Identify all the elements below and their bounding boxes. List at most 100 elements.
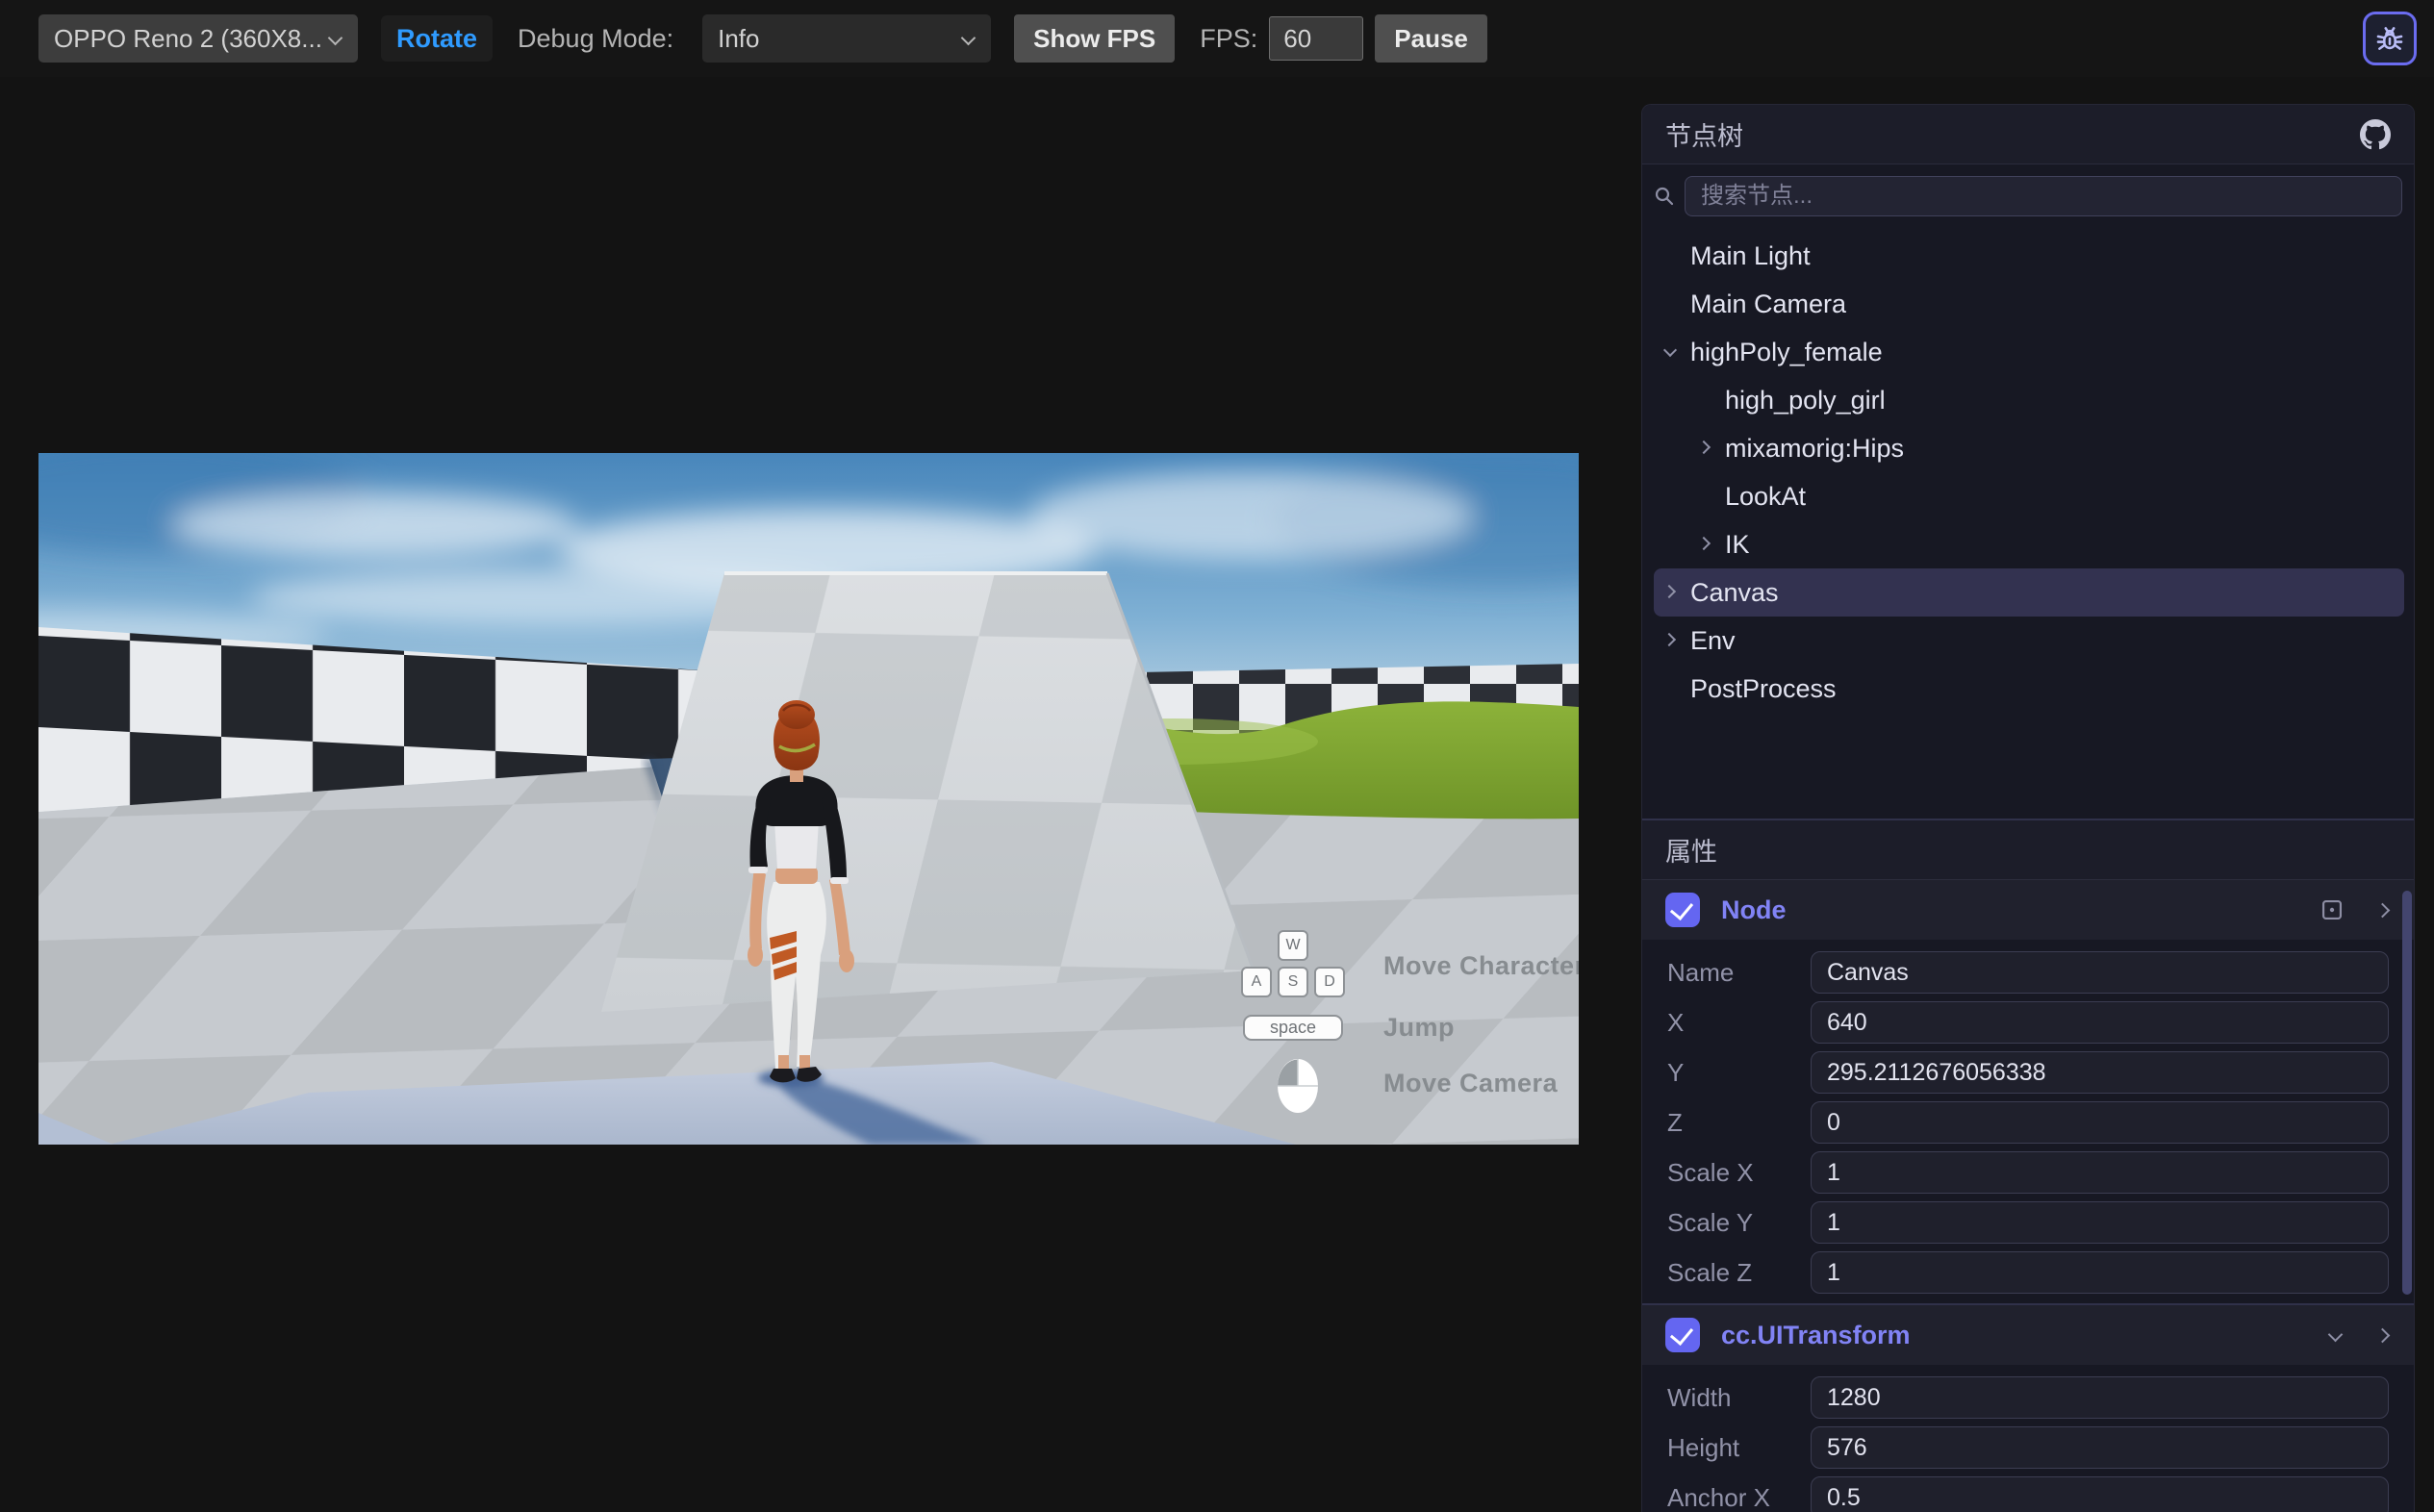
tree-expand-chevron-icon[interactable]: [1661, 342, 1690, 362]
tree-item[interactable]: Main Light: [1654, 232, 2404, 280]
tree-expand-chevron-icon[interactable]: [1661, 246, 1690, 265]
show-fps-button[interactable]: Show FPS: [1014, 14, 1175, 63]
legend-move-character: Move Character: [1383, 951, 1579, 981]
fps-input[interactable]: [1269, 16, 1363, 61]
legend-jump: Jump: [1383, 1013, 1455, 1043]
tree-item[interactable]: Canvas: [1654, 568, 2404, 617]
tree-item-label: LookAt: [1725, 482, 1806, 512]
chevron-down-icon: [327, 31, 342, 46]
debug-mode-value: Info: [718, 24, 759, 54]
chevron-down-icon: [960, 31, 976, 46]
uitransform-properties: Width Height Anchor X: [1642, 1365, 2414, 1512]
toolbar: OPPO Reno 2 (360X8... Rotate Debug Mode:…: [0, 0, 2434, 77]
node-search-input[interactable]: [1685, 176, 2402, 216]
chevron-right-icon[interactable]: [2375, 902, 2391, 918]
tree-expand-chevron-icon[interactable]: [1661, 679, 1690, 698]
tree-expand-chevron-icon[interactable]: [1696, 391, 1725, 410]
inspect-box-icon[interactable]: [2321, 899, 2343, 920]
tree-item-label: mixamorig:Hips: [1725, 434, 1904, 464]
property-row: Y: [1642, 1047, 2414, 1097]
node-properties: Name X Y Z Scale X Scale Y Scale Z: [1642, 940, 2414, 1303]
property-row: Scale Z: [1642, 1247, 2414, 1298]
key-s: S: [1278, 967, 1308, 997]
tree-item-label: high_poly_girl: [1725, 386, 1886, 416]
debug-mode-select[interactable]: Info: [702, 14, 991, 63]
property-row: Z: [1642, 1097, 2414, 1147]
property-label: Z: [1667, 1108, 1811, 1138]
property-label: Anchor X: [1667, 1483, 1811, 1512]
game-scene: [38, 453, 1579, 1145]
debug-side-panel: 节点树 Main Light Main Camera highPoly_fema…: [1641, 104, 2415, 1512]
component-header-node: Node: [1642, 880, 2414, 940]
property-value-input[interactable]: [1811, 1051, 2389, 1094]
property-value-input[interactable]: [1811, 1201, 2389, 1244]
tree-expand-chevron-icon[interactable]: [1696, 487, 1725, 506]
key-a: A: [1241, 967, 1272, 997]
tree-item-label: PostProcess: [1690, 674, 1837, 704]
node-tree-list: Main Light Main Camera highPoly_female h…: [1642, 228, 2414, 713]
property-label: X: [1667, 1008, 1811, 1038]
debug-panel-toggle-button[interactable]: [2363, 12, 2417, 65]
tree-item[interactable]: highPoly_female: [1654, 328, 2404, 376]
component-name: Node: [1721, 895, 1787, 925]
node-tree-header: 节点树: [1642, 105, 2414, 164]
rotate-button[interactable]: Rotate: [381, 15, 493, 62]
pause-button[interactable]: Pause: [1375, 14, 1487, 63]
tree-item-label: Env: [1690, 626, 1736, 656]
property-label: Width: [1667, 1383, 1811, 1413]
debug-mode-label: Debug Mode:: [518, 24, 673, 54]
github-icon[interactable]: [2360, 119, 2391, 150]
tree-item[interactable]: mixamorig:Hips: [1654, 424, 2404, 472]
tree-spacer: [1642, 713, 2414, 819]
property-value-input[interactable]: [1811, 1101, 2389, 1144]
tree-item[interactable]: Main Camera: [1654, 280, 2404, 328]
key-w: W: [1278, 930, 1308, 961]
mouse-icon: [1276, 1057, 1320, 1115]
key-space: space: [1243, 1015, 1343, 1041]
property-label: Name: [1667, 958, 1811, 988]
tree-item-label: Main Light: [1690, 241, 1811, 271]
property-row: X: [1642, 997, 2414, 1047]
chevron-right-icon[interactable]: [2375, 1327, 2391, 1343]
tree-expand-chevron-icon[interactable]: [1696, 535, 1725, 554]
property-label: Height: [1667, 1433, 1811, 1463]
tree-item[interactable]: IK: [1654, 520, 2404, 568]
device-select-value: OPPO Reno 2 (360X8...: [54, 24, 322, 54]
tree-expand-chevron-icon[interactable]: [1661, 294, 1690, 314]
bug-icon: [2373, 22, 2406, 55]
property-row: Scale Y: [1642, 1197, 2414, 1247]
device-select[interactable]: OPPO Reno 2 (360X8...: [38, 14, 358, 63]
tree-item-label: Canvas: [1690, 578, 1779, 608]
component-enabled-checkbox[interactable]: [1665, 1318, 1700, 1352]
property-value-input[interactable]: [1811, 1426, 2389, 1469]
panel-scrollbar[interactable]: [2402, 891, 2412, 1295]
tree-item-label: Main Camera: [1690, 290, 1846, 319]
search-icon: [1654, 186, 1675, 207]
property-value-input[interactable]: [1811, 1376, 2389, 1419]
node-search-row: [1642, 164, 2414, 228]
property-value-input[interactable]: [1811, 951, 2389, 994]
property-value-input[interactable]: [1811, 1001, 2389, 1044]
tree-expand-chevron-icon[interactable]: [1696, 439, 1725, 458]
tree-expand-chevron-icon[interactable]: [1661, 583, 1690, 602]
game-canvas[interactable]: W A S D space Move Character Jump Move C…: [38, 453, 1579, 1145]
component-enabled-checkbox[interactable]: [1665, 893, 1700, 927]
tree-item[interactable]: high_poly_girl: [1654, 376, 2404, 424]
chevron-down-icon[interactable]: [2327, 1327, 2343, 1343]
property-row: Anchor X: [1642, 1473, 2414, 1512]
property-value-input[interactable]: [1811, 1251, 2389, 1294]
tree-expand-chevron-icon[interactable]: [1661, 631, 1690, 650]
tree-item[interactable]: LookAt: [1654, 472, 2404, 520]
property-row: Scale X: [1642, 1147, 2414, 1197]
tree-item[interactable]: PostProcess: [1654, 665, 2404, 713]
property-row: Height: [1642, 1423, 2414, 1473]
property-label: Y: [1667, 1058, 1811, 1088]
property-value-input[interactable]: [1811, 1476, 2389, 1512]
inspector-title: 属性: [1665, 831, 1717, 869]
inspector-header: 属性: [1642, 820, 2414, 880]
property-row: Name: [1642, 947, 2414, 997]
property-value-input[interactable]: [1811, 1151, 2389, 1194]
component-name: cc.UITransform: [1721, 1321, 1911, 1350]
node-tree-title: 节点树: [1665, 115, 1743, 153]
tree-item[interactable]: Env: [1654, 617, 2404, 665]
